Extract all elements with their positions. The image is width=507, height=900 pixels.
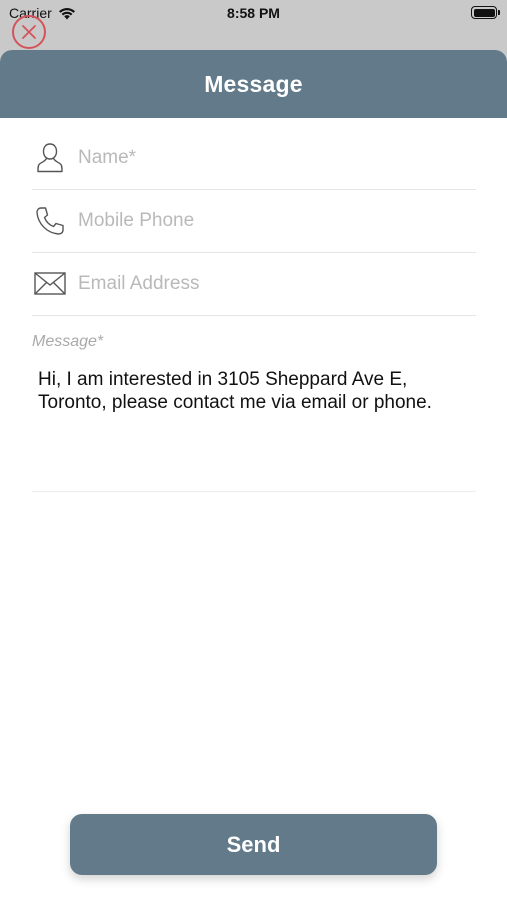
email-address-input[interactable] <box>78 253 468 315</box>
email-field-row <box>32 253 476 316</box>
message-textarea[interactable]: Hi, I am interested in 3105 Sheppard Ave… <box>38 368 468 414</box>
message-label: Message* <box>32 333 104 350</box>
phone-field-row <box>32 190 476 253</box>
person-icon <box>32 141 68 175</box>
message-divider <box>32 491 476 492</box>
close-button[interactable] <box>12 15 46 49</box>
phone-icon <box>32 204 68 238</box>
status-time: 8:58 PM <box>227 5 280 21</box>
message-sheet: Message Message* Hi, I am inte <box>0 50 507 900</box>
envelope-icon <box>32 267 68 301</box>
status-bar: Carrier 8:58 PM <box>0 0 507 28</box>
header-bar: Message <box>0 50 507 118</box>
mobile-phone-input[interactable] <box>78 190 468 252</box>
battery-icon <box>471 6 500 19</box>
send-button[interactable]: Send <box>70 814 437 875</box>
page-title: Message <box>204 70 303 97</box>
name-input[interactable] <box>78 127 468 189</box>
close-icon <box>22 25 36 39</box>
name-field-row <box>32 127 476 190</box>
